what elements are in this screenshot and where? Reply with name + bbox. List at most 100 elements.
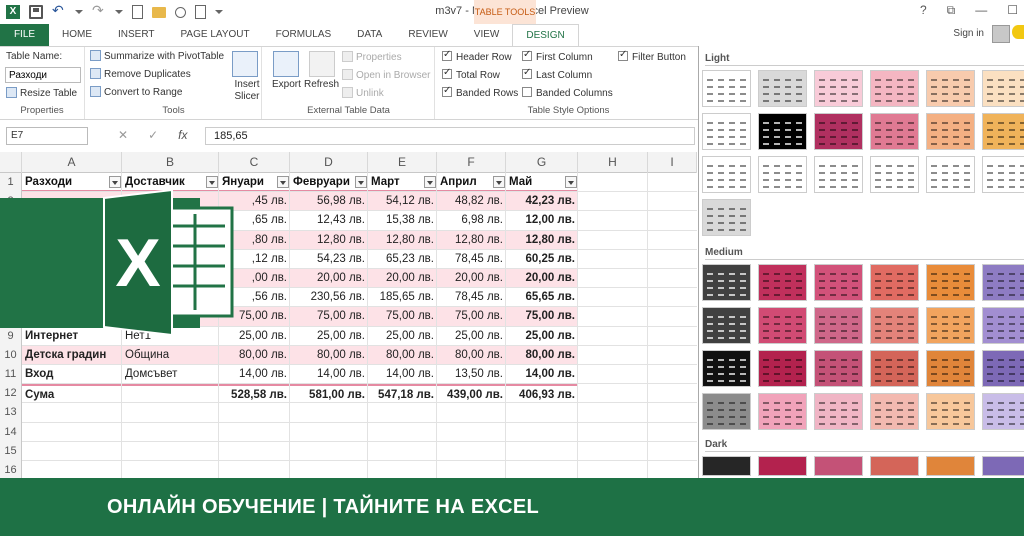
tab-insert[interactable]: INSERT xyxy=(105,24,168,46)
unlink-button[interactable]: Unlink xyxy=(342,87,384,99)
formula-input[interactable]: 185,65 xyxy=(205,127,695,145)
table-cell[interactable]: 42,23 лв. xyxy=(506,192,578,212)
table-cell[interactable]: 48,82 лв. xyxy=(437,192,506,212)
table-style-medium-swatch[interactable] xyxy=(702,264,751,301)
table-cell[interactable]: 14,00 лв. xyxy=(368,365,437,384)
table-style-dark-swatch[interactable] xyxy=(758,456,807,476)
filter-button-checkbox[interactable]: Filter Button xyxy=(618,49,686,63)
table-style-medium-swatch[interactable] xyxy=(982,264,1024,301)
table-style-medium-swatch[interactable] xyxy=(814,350,863,387)
row-header[interactable]: 13 xyxy=(0,403,22,423)
table-cell[interactable]: Община xyxy=(122,345,219,365)
table-cell[interactable]: 80,00 лв. xyxy=(437,345,506,365)
table-style-medium-swatch[interactable] xyxy=(982,350,1024,387)
table-cell[interactable]: 14,00 лв. xyxy=(290,365,368,384)
table-style-light-swatch[interactable] xyxy=(702,199,751,236)
table-style-medium-swatch[interactable] xyxy=(758,264,807,301)
select-all-corner[interactable] xyxy=(0,152,22,173)
maximize-icon[interactable]: ☐ xyxy=(1007,3,1018,18)
filter-dropdown-icon[interactable] xyxy=(424,176,436,188)
table-cell[interactable]: 185,65 лв. xyxy=(368,288,437,308)
table-style-medium-swatch[interactable] xyxy=(702,307,751,344)
filter-dropdown-icon[interactable] xyxy=(206,176,218,188)
help-icon[interactable]: ? xyxy=(920,3,927,18)
total-row-cell[interactable]: 439,00 лв. xyxy=(437,384,506,404)
column-header-c[interactable]: C xyxy=(219,152,290,173)
table-cell[interactable]: 25,00 лв. xyxy=(506,326,578,346)
table-cell[interactable]: 25,00 лв. xyxy=(437,326,506,346)
table-style-light-swatch[interactable] xyxy=(702,113,751,150)
table-style-medium-swatch[interactable] xyxy=(702,350,751,387)
table-cell[interactable]: 65,65 лв. xyxy=(506,288,578,308)
table-cell[interactable]: 80,00 лв. xyxy=(506,345,578,365)
row-header[interactable]: 12 xyxy=(0,384,22,404)
table-style-medium-swatch[interactable] xyxy=(758,350,807,387)
insert-function-icon[interactable]: fx xyxy=(178,128,187,142)
table-cell[interactable]: 78,45 лв. xyxy=(437,249,506,269)
table-cell[interactable]: 75,00 лв. xyxy=(290,307,368,327)
total-row-cell[interactable]: 528,58 лв. xyxy=(219,384,290,404)
table-cell[interactable]: 20,00 лв. xyxy=(506,269,578,288)
table-style-medium-swatch[interactable] xyxy=(926,393,975,430)
remove-duplicates-button[interactable]: Remove Duplicates xyxy=(90,68,191,80)
table-header-cell[interactable]: Май xyxy=(506,173,578,192)
table-cell[interactable]: 12,43 лв. xyxy=(290,211,368,231)
table-cell[interactable]: Домсъвет xyxy=(122,365,219,384)
ribbon-display-icon[interactable]: ⧉ xyxy=(947,3,956,18)
table-cell[interactable]: 12,80 лв. xyxy=(437,230,506,250)
table-style-light-swatch[interactable] xyxy=(926,113,975,150)
table-cell[interactable]: 65,23 лв. xyxy=(368,249,437,269)
total-row-checkbox[interactable]: Total Row xyxy=(442,67,500,81)
table-style-dark-swatch[interactable] xyxy=(702,456,751,476)
table-style-medium-swatch[interactable] xyxy=(814,307,863,344)
table-style-medium-swatch[interactable] xyxy=(982,307,1024,344)
tab-review[interactable]: REVIEW xyxy=(395,24,460,46)
filter-dropdown-icon[interactable] xyxy=(493,176,505,188)
table-style-light-swatch[interactable] xyxy=(982,70,1024,107)
table-cell[interactable]: 75,00 лв. xyxy=(506,307,578,327)
table-style-dark-swatch[interactable] xyxy=(870,456,919,476)
column-header-g[interactable]: G xyxy=(506,152,578,173)
row-header[interactable]: 14 xyxy=(0,422,22,442)
export-icon[interactable] xyxy=(273,51,299,77)
banded-columns-checkbox[interactable]: Banded Columns xyxy=(522,87,613,99)
table-cell[interactable]: 20,00 лв. xyxy=(437,269,506,288)
table-cell[interactable]: 15,38 лв. xyxy=(368,211,437,231)
properties-button[interactable]: Properties xyxy=(342,51,402,63)
slicer-icon[interactable] xyxy=(232,51,258,77)
table-style-light-swatch[interactable] xyxy=(814,113,863,150)
table-cell[interactable]: 54,12 лв. xyxy=(368,192,437,212)
row-header[interactable]: 1 xyxy=(0,173,22,193)
tab-file[interactable]: FILE xyxy=(0,24,49,46)
table-cell[interactable]: 6,98 лв. xyxy=(437,211,506,231)
row-header[interactable]: 10 xyxy=(0,345,22,365)
table-style-medium-swatch[interactable] xyxy=(702,393,751,430)
table-style-medium-swatch[interactable] xyxy=(870,350,919,387)
table-cell[interactable]: 80,00 лв. xyxy=(219,345,290,365)
filter-dropdown-icon[interactable] xyxy=(355,176,367,188)
table-style-light-swatch[interactable] xyxy=(870,113,919,150)
convert-to-range-button[interactable]: Convert to Range xyxy=(90,86,182,98)
table-style-medium-swatch[interactable] xyxy=(926,307,975,344)
table-style-light-swatch[interactable] xyxy=(702,70,751,107)
table-cell[interactable]: 12,80 лв. xyxy=(290,230,368,250)
column-header-h[interactable]: H xyxy=(578,152,648,173)
table-cell[interactable]: 20,00 лв. xyxy=(290,269,368,288)
table-style-medium-swatch[interactable] xyxy=(926,350,975,387)
table-style-medium-swatch[interactable] xyxy=(758,307,807,344)
tab-data[interactable]: DATA xyxy=(344,24,395,46)
row-header[interactable]: 11 xyxy=(0,365,22,385)
table-style-light-swatch[interactable] xyxy=(870,156,919,193)
table-cell[interactable]: 12,80 лв. xyxy=(368,230,437,250)
total-row-cell[interactable]: 406,93 лв. xyxy=(506,384,578,404)
table-style-light-swatch[interactable] xyxy=(814,156,863,193)
banded-rows-checkbox[interactable]: Banded Rows xyxy=(442,85,518,99)
table-style-medium-swatch[interactable] xyxy=(926,264,975,301)
tab-formulas[interactable]: FORMULAS xyxy=(263,24,345,46)
table-style-light-swatch[interactable] xyxy=(702,156,751,193)
table-style-light-swatch[interactable] xyxy=(758,113,807,150)
table-cell[interactable]: 60,25 лв. xyxy=(506,249,578,269)
filter-dropdown-icon[interactable] xyxy=(565,176,577,188)
total-row-cell[interactable]: 547,18 лв. xyxy=(368,384,437,404)
table-cell[interactable]: 25,00 лв. xyxy=(290,326,368,346)
